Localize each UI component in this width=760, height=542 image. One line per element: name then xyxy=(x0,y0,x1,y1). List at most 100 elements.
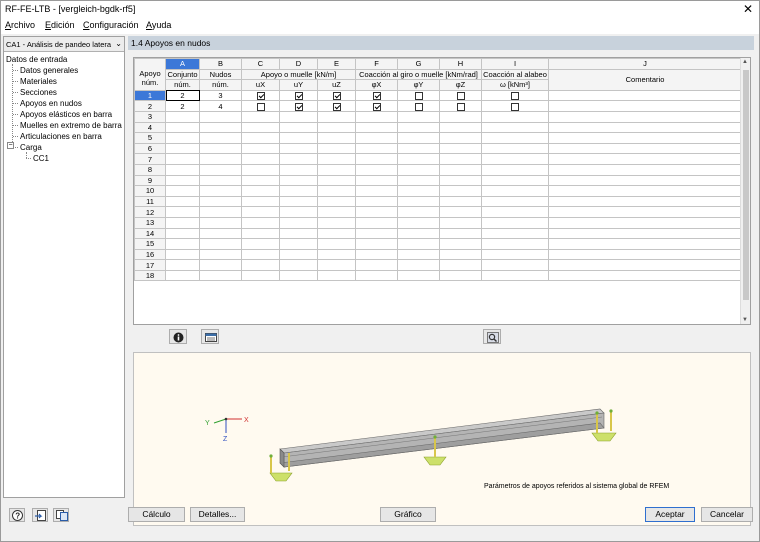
cell-nudos[interactable] xyxy=(199,132,242,144)
table-row[interactable]: 17 xyxy=(134,259,742,271)
cell-comentario[interactable] xyxy=(548,238,742,250)
col-letter-b[interactable]: B xyxy=(199,58,242,70)
checkbox-ux[interactable] xyxy=(256,92,265,101)
row-number[interactable]: 11 xyxy=(134,195,166,208)
chevron-down-icon[interactable]: ⌄ xyxy=(115,39,122,48)
cell-ux[interactable] xyxy=(241,238,280,250)
cell-conjunto[interactable] xyxy=(165,121,200,134)
table-row[interactable]: 12 xyxy=(134,206,742,218)
checkbox-uy[interactable] xyxy=(294,102,303,111)
row-number[interactable]: 5 xyxy=(134,132,166,144)
cell-uy[interactable] xyxy=(279,174,318,187)
table-row[interactable]: 6 xyxy=(134,142,742,155)
table-row[interactable]: 5 xyxy=(134,132,742,144)
cell-comentario[interactable] xyxy=(548,121,742,134)
cell-uz[interactable] xyxy=(317,216,356,229)
cell-omega[interactable] xyxy=(481,142,549,155)
cell-comentario[interactable] xyxy=(548,269,742,282)
cell-nudos[interactable]: 3 xyxy=(199,89,242,102)
export-button[interactable] xyxy=(32,508,48,522)
row-number[interactable]: 15 xyxy=(134,238,166,250)
cell-conjunto[interactable] xyxy=(165,269,200,282)
cell-phiy[interactable] xyxy=(397,89,440,102)
row-number[interactable]: 8 xyxy=(134,163,166,176)
menu-ayuda[interactable]: Ayuda xyxy=(146,20,171,30)
cell-ux[interactable] xyxy=(241,142,280,155)
cell-phiz[interactable] xyxy=(439,206,482,218)
cell-phix[interactable] xyxy=(355,100,398,112)
cell-phix[interactable] xyxy=(355,174,398,187)
table-row[interactable]: 4 xyxy=(134,121,742,134)
menu-archivo[interactable]: Archivo xyxy=(5,20,35,30)
table-row[interactable]: 8 xyxy=(134,163,742,176)
cell-phiz[interactable] xyxy=(439,195,482,208)
cell-uy[interactable] xyxy=(279,259,318,271)
row-number[interactable]: 1 xyxy=(134,89,166,102)
cell-comentario[interactable] xyxy=(548,163,742,176)
table-row[interactable]: 14 xyxy=(134,227,742,240)
cell-conjunto[interactable] xyxy=(165,142,200,155)
table-row[interactable]: 16 xyxy=(134,248,742,261)
table-row[interactable]: 10 xyxy=(134,185,742,197)
zoom-view-button[interactable] xyxy=(483,329,501,344)
cell-comentario[interactable] xyxy=(548,142,742,155)
cell-uz[interactable] xyxy=(317,163,356,176)
cell-ux[interactable] xyxy=(241,259,280,271)
cell-uz[interactable] xyxy=(317,269,356,282)
cell-nudos[interactable] xyxy=(199,142,242,155)
cell-conjunto[interactable] xyxy=(165,248,200,261)
row-number[interactable]: 13 xyxy=(134,216,166,229)
col-letter-h[interactable]: H xyxy=(439,58,482,70)
cell-nudos[interactable] xyxy=(199,153,242,165)
cell-uz[interactable] xyxy=(317,132,356,144)
cell-phix[interactable] xyxy=(355,153,398,165)
cell-uy[interactable] xyxy=(279,206,318,218)
cell-ux[interactable] xyxy=(241,110,280,123)
cell-nudos[interactable] xyxy=(199,121,242,134)
cell-omega[interactable] xyxy=(481,227,549,240)
cell-uz[interactable] xyxy=(317,259,356,271)
table-row[interactable]: 7 xyxy=(134,153,742,165)
col-letter-j[interactable]: J xyxy=(548,58,742,70)
cell-uz[interactable] xyxy=(317,238,356,250)
cell-uy[interactable] xyxy=(279,110,318,123)
vertical-scrollbar[interactable]: ▲ ▼ xyxy=(740,58,750,324)
cell-phiy[interactable] xyxy=(397,195,440,208)
cell-phiy[interactable] xyxy=(397,269,440,282)
col-letter-d[interactable]: D xyxy=(279,58,318,70)
cell-ux[interactable] xyxy=(241,163,280,176)
cell-phiz[interactable] xyxy=(439,185,482,197)
cell-conjunto[interactable] xyxy=(165,216,200,229)
graphic-view[interactable]: X Y Z Parámetros de apoyos referidos al … xyxy=(133,352,751,526)
cell-phix[interactable] xyxy=(355,238,398,250)
cell-omega[interactable] xyxy=(481,121,549,134)
tree-item-muelles-extremo[interactable]: Muelles en extremo de barra xyxy=(20,121,122,130)
col-letter-g[interactable]: G xyxy=(397,58,440,70)
cell-phiz[interactable] xyxy=(439,142,482,155)
cell-uy[interactable] xyxy=(279,100,318,112)
cell-ux[interactable] xyxy=(241,132,280,144)
table-row[interactable]: 11 xyxy=(134,195,742,208)
cell-phix[interactable] xyxy=(355,195,398,208)
checkbox-phiz[interactable] xyxy=(456,102,465,111)
checkbox-phix[interactable] xyxy=(372,92,381,101)
cell-omega[interactable] xyxy=(481,248,549,261)
checkbox-phix[interactable] xyxy=(372,102,381,111)
checkbox-phiy[interactable] xyxy=(414,92,423,101)
cell-uz[interactable] xyxy=(317,89,356,102)
cell-phiy[interactable] xyxy=(397,174,440,187)
cell-comentario[interactable] xyxy=(548,132,742,144)
cell-uz[interactable] xyxy=(317,174,356,187)
cell-uy[interactable] xyxy=(279,248,318,261)
cell-omega[interactable] xyxy=(481,216,549,229)
cell-phiz[interactable] xyxy=(439,110,482,123)
cell-phiy[interactable] xyxy=(397,132,440,144)
cell-phiz[interactable] xyxy=(439,121,482,134)
cell-uz[interactable] xyxy=(317,248,356,261)
cell-phiz[interactable] xyxy=(439,259,482,271)
cell-uy[interactable] xyxy=(279,238,318,250)
cell-phix[interactable] xyxy=(355,248,398,261)
cell-phiz[interactable] xyxy=(439,248,482,261)
tree-item-articulaciones[interactable]: Articulaciones en barra xyxy=(20,132,102,141)
cell-phix[interactable] xyxy=(355,110,398,123)
